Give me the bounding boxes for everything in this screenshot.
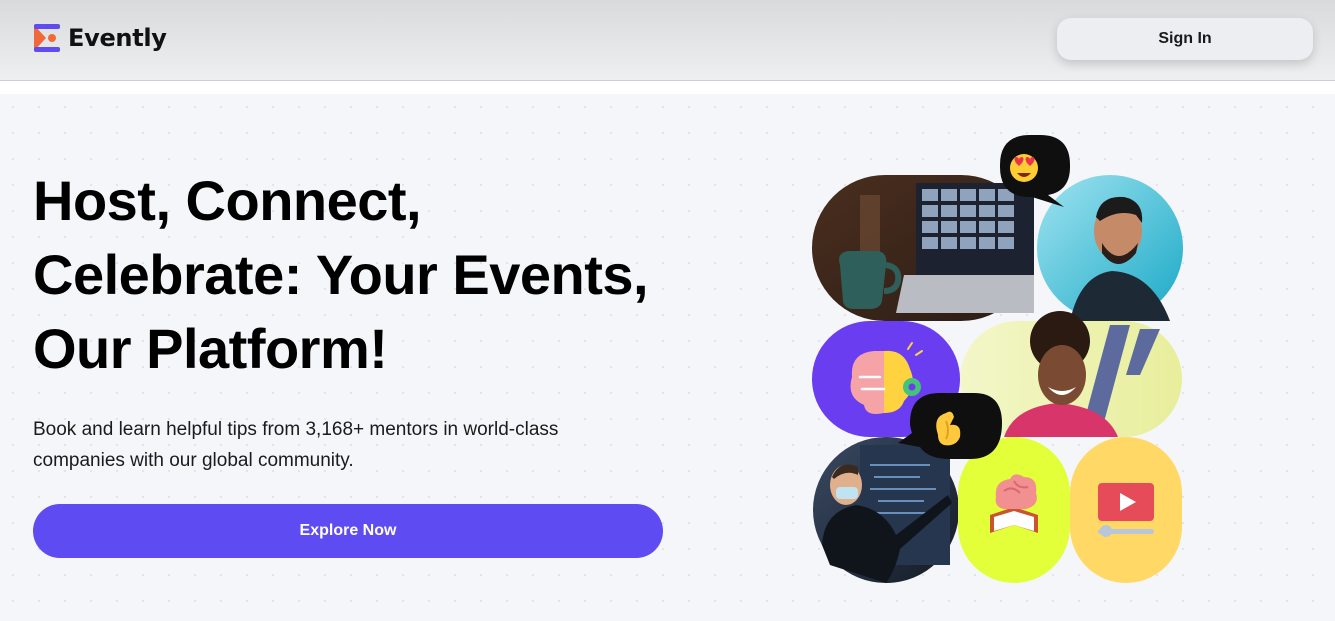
laptop-video-call-photo [812,175,1034,321]
subtext-line: Book and learn helpful tips from 3,168+ … [33,419,559,440]
hero-subtext: Book and learn helpful tips from 3,168+ … [33,414,633,476]
heart-eyes-emoji-icon [1010,154,1038,182]
presenter-with-mask-photo [813,437,959,583]
brand-name: Evently [68,24,167,52]
sign-in-button[interactable]: Sign In [1057,18,1313,60]
headline-line: Celebrate: Your Events, [33,243,649,306]
explore-now-button[interactable]: Explore Now [33,504,663,558]
smiling-man-photo [1037,175,1183,321]
headline-line: Host, Connect, [33,169,422,232]
hero-headline: Host, Connect, Celebrate: Your Events, O… [33,164,713,386]
video-play-icon [1070,437,1182,583]
hero-collage [812,135,1183,583]
brain-book-icon [958,437,1070,583]
top-navbar: Evently Sign In [0,0,1335,81]
subtext-line: companies with our global community. [33,450,354,471]
headline-line: Our Platform! [33,317,388,380]
evently-logo-icon [34,24,60,52]
brand-logo[interactable]: Evently [32,22,167,54]
